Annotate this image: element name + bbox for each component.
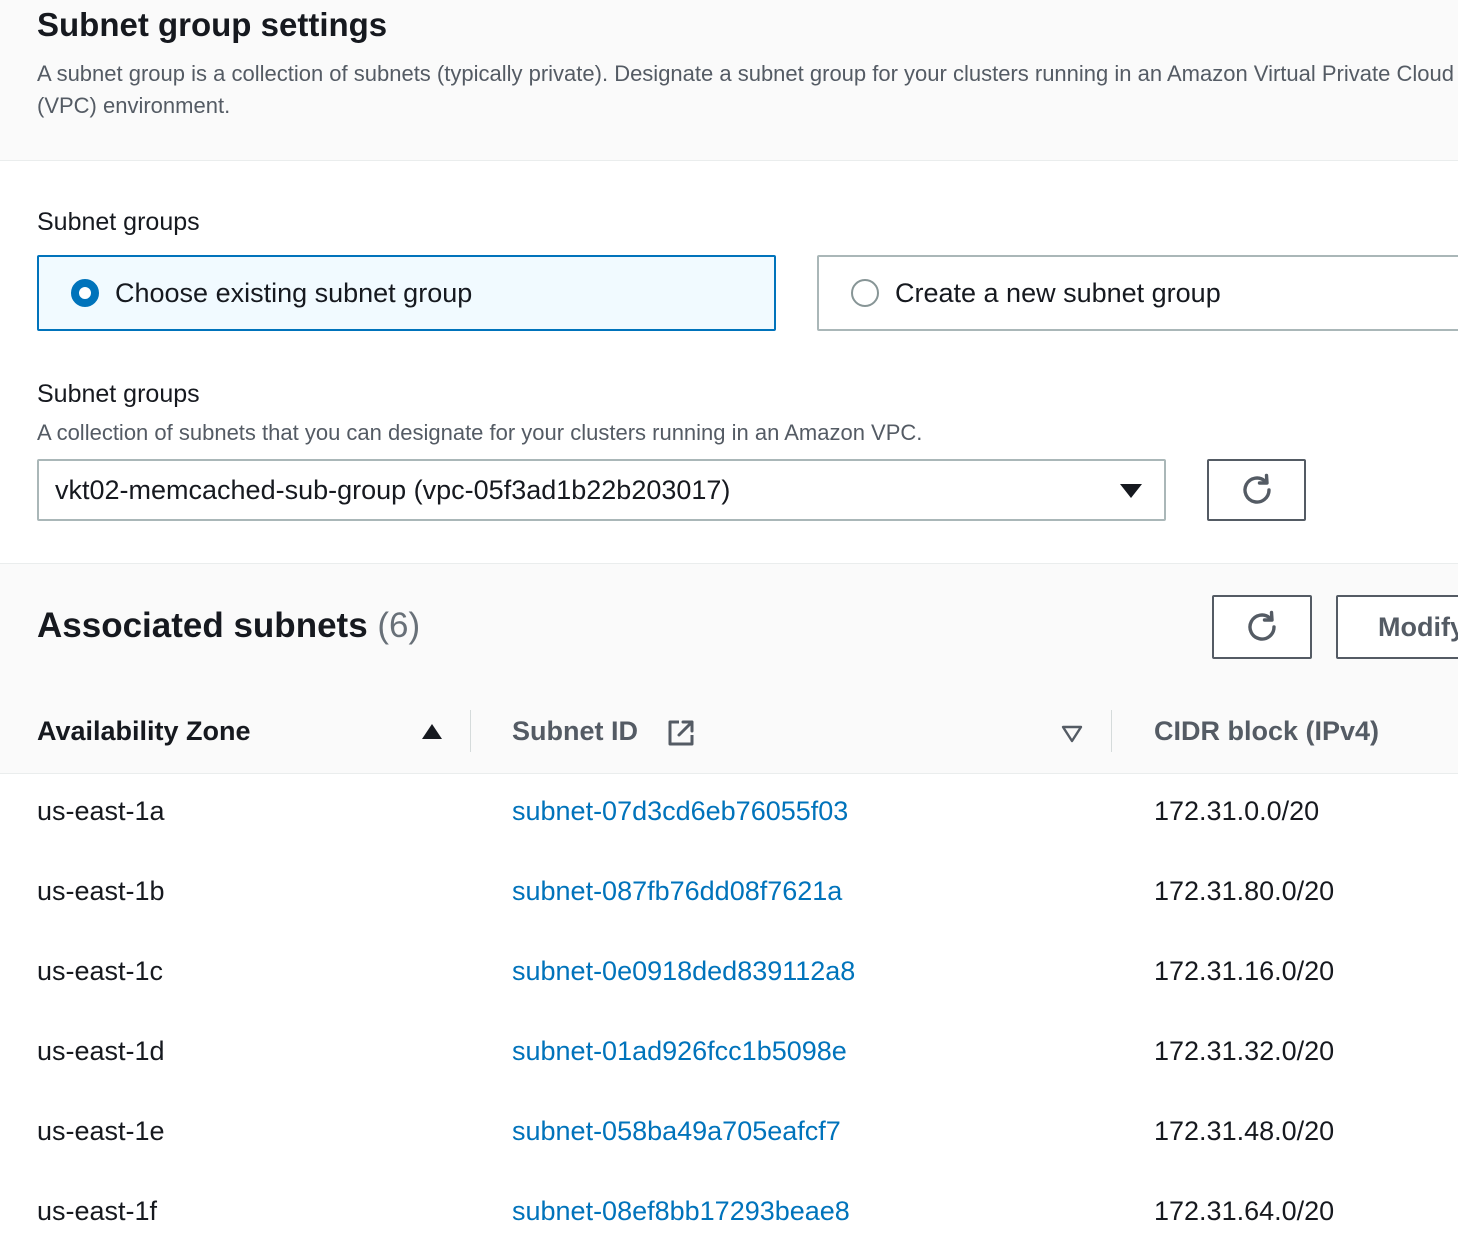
table-row: us-east-1d subnet-01ad926fcc1b5098e 172.… [0,1014,1458,1095]
subnet-id-link[interactable]: subnet-07d3cd6eb76055f03 [512,796,848,827]
table-row: us-east-1f subnet-08ef8bb17293beae8 172.… [0,1174,1458,1248]
subnet-group-select-label: Subnet groups [37,380,200,408]
page-description: A subnet group is a collection of subnet… [37,61,1454,118]
subnet-groups-radio-label: Subnet groups [37,208,200,236]
column-header-cidr-block[interactable]: CIDR block (IPv4) [1154,716,1379,747]
associated-subnets-title-text: Associated subnets [37,606,368,645]
refresh-icon [1248,610,1276,641]
availability-zone-cell: us-east-1b [37,876,165,906]
table-row: us-east-1c subnet-0e0918ded839112a8 172.… [0,934,1458,1015]
column-divider[interactable] [470,710,471,752]
external-link-icon[interactable] [666,718,696,748]
subnet-group-settings-page: Subnet group settings A subnet group is … [0,0,1458,1248]
settings-header: Subnet group settings A subnet group is … [0,0,1458,161]
subnet-id-link[interactable]: subnet-01ad926fcc1b5098e [512,1036,847,1067]
create-new-subnet-group-option[interactable]: Create a new subnet group [817,255,1458,331]
subnet-id-link[interactable]: subnet-08ef8bb17293beae8 [512,1196,850,1227]
cidr-block-cell: 172.31.80.0/20 [1154,876,1335,906]
column-header-availability-zone[interactable]: Availability Zone [37,716,251,747]
table-row: us-east-1b subnet-087fb76dd08f7621a 172.… [0,854,1458,935]
cidr-block-cell: 172.31.0.0/20 [1154,796,1320,826]
radio-unselected-icon[interactable] [851,279,879,307]
subnet-id-link[interactable]: subnet-058ba49a705eafcf7 [512,1116,841,1147]
modify-button[interactable]: Modify [1336,595,1458,659]
associated-subnets-title: Associated subnets (6) [37,606,420,646]
associated-subnets-header: Associated subnets (6) Modify [0,563,1458,693]
column-header-subnet-id[interactable]: Subnet ID [512,716,638,747]
cidr-block-cell: 172.31.64.0/20 [1154,1196,1335,1226]
subnet-id-link[interactable]: subnet-0e0918ded839112a8 [512,956,855,987]
page-title: Subnet group settings [37,6,388,43]
cidr-block-cell: 172.31.16.0/20 [1154,956,1335,986]
availability-zone-cell: us-east-1f [37,1196,158,1226]
table-row: us-east-1a subnet-07d3cd6eb76055f03 172.… [0,774,1458,855]
sort-ascending-icon[interactable] [422,724,442,739]
refresh-icon [1242,473,1271,504]
refresh-associated-subnets-button[interactable] [1212,595,1312,659]
availability-zone-cell: us-east-1a [37,796,165,826]
cidr-block-cell: 172.31.48.0/20 [1154,1116,1335,1146]
availability-zone-cell: us-east-1d [37,1036,165,1066]
availability-zone-cell: us-east-1c [37,956,164,986]
radio-selected-icon[interactable] [71,279,99,307]
cidr-block-cell: 172.31.32.0/20 [1154,1036,1335,1066]
subnet-group-select[interactable]: vkt02-memcached-sub-group (vpc-05f3ad1b2… [37,459,1166,521]
modify-button-label: Modify [1378,612,1458,642]
caret-down-icon[interactable] [1120,484,1142,498]
subnet-group-select-description: A collection of subnets that you can des… [37,420,923,445]
associated-subnets-count: (6) [377,606,421,645]
table-row: us-east-1e subnet-058ba49a705eafcf7 172.… [0,1094,1458,1175]
subnets-table-header: Availability Zone Subnet ID CIDR block (… [0,692,1458,774]
sort-descending-icon[interactable] [1061,725,1083,743]
subnet-id-link[interactable]: subnet-087fb76dd08f7621a [512,876,842,907]
column-divider[interactable] [1111,710,1112,752]
choose-existing-subnet-group-option[interactable]: Choose existing subnet group [37,255,776,331]
refresh-subnet-groups-button[interactable] [1207,459,1306,521]
choose-existing-subnet-group-label: Choose existing subnet group [115,277,473,308]
availability-zone-cell: us-east-1e [37,1116,165,1146]
create-new-subnet-group-label: Create a new subnet group [895,277,1221,308]
subnet-group-select-value: vkt02-memcached-sub-group (vpc-05f3ad1b2… [55,475,731,505]
